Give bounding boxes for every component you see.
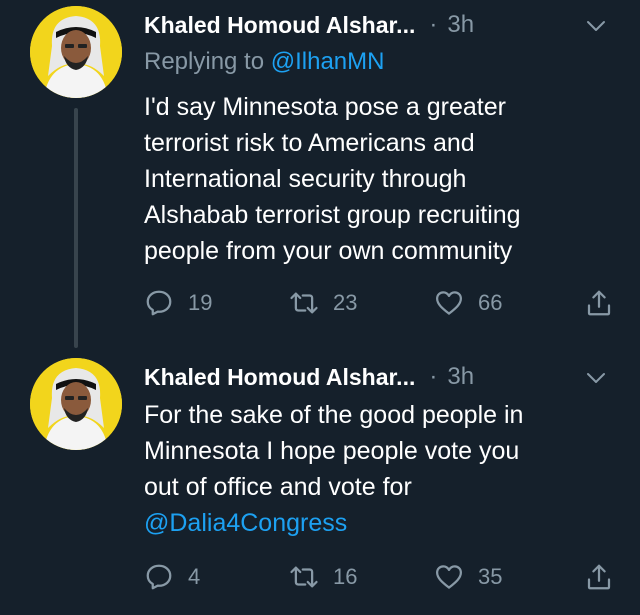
share-button[interactable] — [584, 562, 614, 592]
retweet-button[interactable]: 16 — [289, 562, 434, 592]
reply-icon — [146, 290, 172, 316]
like-button[interactable]: 35 — [434, 562, 584, 592]
avatar[interactable] — [30, 6, 122, 98]
mention-link[interactable]: @Dalia4Congress — [144, 505, 523, 541]
tweet-actions: 19 23 66 — [144, 286, 614, 320]
retweet-count: 23 — [333, 290, 358, 315]
share-icon — [587, 564, 611, 590]
reply-count: 19 — [188, 290, 213, 315]
tweet-text-line: I'd say Minnesota pose a greater — [144, 93, 506, 121]
tweet-header: Khaled Homoud Alshar... · 3h — [144, 8, 474, 42]
heart-icon — [436, 565, 462, 589]
like-count: 66 — [478, 290, 503, 315]
retweet-button[interactable]: 23 — [289, 288, 434, 318]
author-name[interactable]: Khaled Homoud Alshar... — [144, 12, 415, 39]
replying-to: Replying to @IlhanMN — [144, 48, 384, 76]
heart-icon — [436, 291, 462, 315]
reply-button[interactable]: 19 — [144, 288, 289, 318]
tweet-text-line: Minnesota I hope people vote you — [144, 437, 520, 465]
replying-to-label: Replying to — [144, 48, 265, 75]
replying-to-handle[interactable]: @IlhanMN — [271, 48, 385, 75]
timestamp[interactable]: 3h — [447, 11, 474, 39]
tweet[interactable]: Khaled Homoud Alshar... · 3h Replying to… — [0, 0, 640, 352]
tweet-text-line: people from your own community — [144, 237, 513, 265]
tweet-text-line: out of office and vote for — [144, 473, 412, 501]
reply-icon — [146, 564, 172, 590]
reply-button[interactable]: 4 — [144, 562, 289, 592]
like-button[interactable]: 66 — [434, 288, 584, 318]
tweet[interactable]: Khaled Homoud Alshar... · 3h For the sak… — [0, 352, 640, 615]
tweet-actions: 4 16 35 — [144, 560, 614, 594]
tweet-text-line: terrorist risk to Americans and — [144, 129, 475, 157]
tweet-text-line: For the sake of the good people in — [144, 401, 524, 429]
author-name[interactable]: Khaled Homoud Alshar... — [144, 364, 415, 391]
separator: · — [429, 363, 438, 390]
avatar[interactable] — [30, 358, 122, 450]
reply-count: 4 — [188, 564, 201, 589]
retweet-count: 16 — [333, 564, 358, 589]
retweet-icon — [290, 566, 318, 588]
chevron-down-icon[interactable] — [584, 366, 608, 390]
retweet-icon — [290, 292, 318, 314]
timestamp[interactable]: 3h — [447, 363, 474, 391]
share-icon — [587, 290, 611, 316]
tweet-text: For the sake of the good people in Minne… — [144, 397, 523, 541]
thread-line — [74, 108, 78, 348]
tweet-text-line: Alshabab terrorist group recruiting — [144, 201, 521, 229]
tweet-text: I'd say Minnesota pose a greater terrori… — [144, 89, 521, 269]
share-button[interactable] — [584, 288, 614, 318]
like-count: 35 — [478, 564, 503, 589]
chevron-down-icon[interactable] — [584, 14, 608, 38]
tweet-header: Khaled Homoud Alshar... · 3h — [144, 360, 474, 394]
separator: · — [429, 11, 438, 38]
tweet-text-line: International security through — [144, 165, 467, 193]
